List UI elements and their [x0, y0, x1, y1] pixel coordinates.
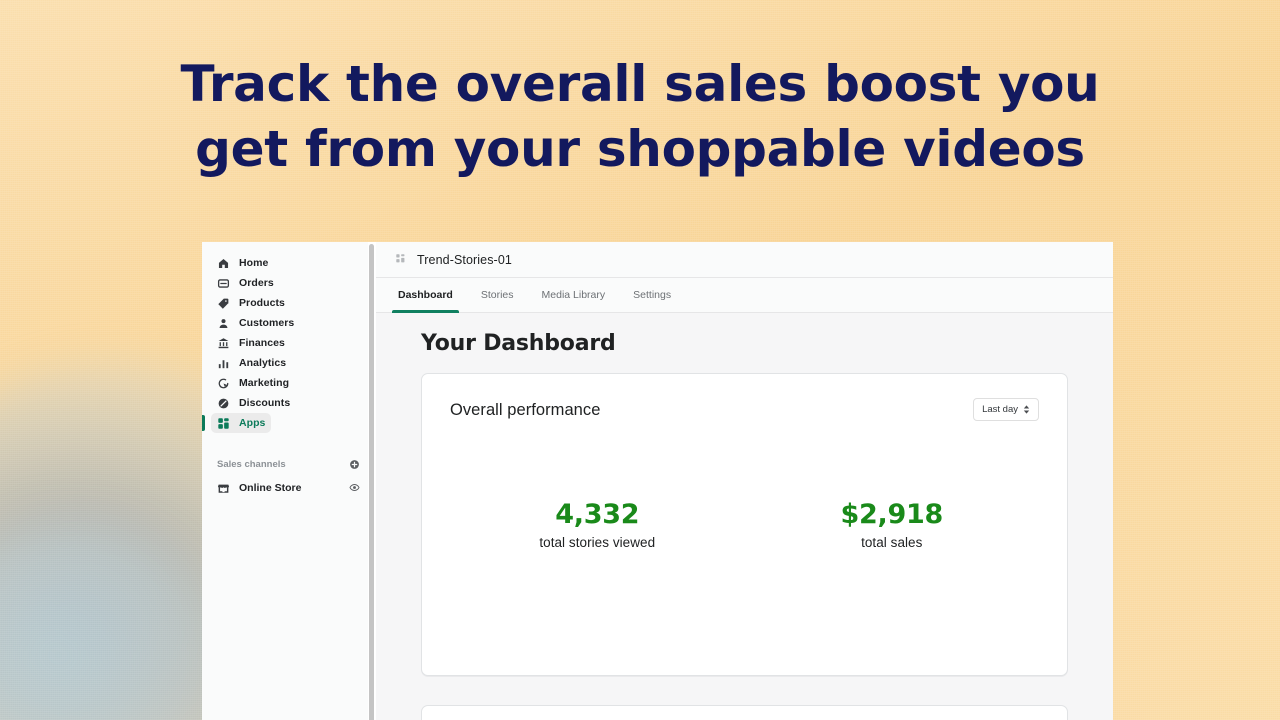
sidebar-row-home: Home	[202, 253, 368, 273]
home-icon	[217, 257, 230, 270]
secondary-card	[421, 705, 1068, 720]
stat-label: total sales	[861, 534, 923, 550]
app-title: Trend-Stories-01	[417, 252, 512, 267]
sidebar-row-marketing: Marketing	[202, 373, 368, 393]
scrollbar-thumb[interactable]	[369, 244, 374, 720]
overall-performance-card: Overall performance Last day 4,332 total…	[421, 373, 1068, 676]
sidebar-item-customers[interactable]: Customers	[211, 313, 300, 333]
app-grid-icon	[395, 253, 408, 266]
tab-stories[interactable]: Stories	[467, 278, 528, 312]
app-window: Home Orders Products Customers Finances …	[202, 242, 1113, 720]
sidebar: Home Orders Products Customers Finances …	[202, 242, 375, 720]
performance-card-header: Overall performance Last day	[450, 398, 1039, 421]
tab-label: Dashboard	[398, 289, 453, 301]
tab-label: Media Library	[541, 289, 606, 301]
stat-total-stories-viewed: 4,332 total stories viewed	[450, 500, 745, 550]
app-tabbar: Dashboard Stories Media Library Settings	[376, 278, 1113, 313]
stat-value: $2,918	[840, 499, 944, 531]
sidebar-nav-list: Home Orders Products Customers Finances …	[202, 253, 368, 433]
sidebar-row-customers: Customers	[202, 313, 368, 333]
chevron-updown-icon	[1023, 405, 1030, 414]
sidebar-item-finances[interactable]: Finances	[211, 333, 291, 353]
plus-circle-icon[interactable]	[349, 459, 360, 470]
sidebar-row-discounts: Discounts	[202, 393, 368, 413]
active-indicator-bar	[202, 415, 205, 431]
sidebar-item-label: Finances	[239, 337, 285, 349]
sidebar-sections: Sales channels Online Store	[202, 455, 368, 497]
page-title: Your Dashboard	[421, 331, 616, 356]
promo-headline: Track the overall sales boost you get fr…	[0, 52, 1280, 181]
promo-headline-line-1: Track the overall sales boost you	[180, 55, 1100, 113]
customers-icon	[217, 317, 230, 330]
performance-card-title: Overall performance	[450, 401, 601, 419]
app-topbar: Trend-Stories-01	[376, 242, 1113, 278]
sidebar-item-orders[interactable]: Orders	[211, 273, 280, 293]
sales-channels-heading: Sales channels	[217, 458, 286, 470]
sidebar-row-apps: Apps	[202, 413, 368, 433]
sidebar-item-label: Discounts	[239, 397, 291, 409]
performance-stats-row: 4,332 total stories viewed $2,918 total …	[450, 421, 1039, 675]
orders-icon	[217, 277, 230, 290]
sidebar-item-analytics[interactable]: Analytics	[211, 353, 292, 373]
marketing-icon	[217, 377, 230, 390]
sidebar-item-online-store[interactable]: Online Store	[217, 478, 360, 497]
channel-left-group: Online Store	[217, 481, 301, 494]
sidebar-row-orders: Orders	[202, 273, 368, 293]
channel-label: Online Store	[239, 481, 302, 494]
finances-icon	[217, 337, 230, 350]
tab-media-library[interactable]: Media Library	[528, 278, 620, 312]
tab-dashboard[interactable]: Dashboard	[384, 278, 467, 313]
tab-settings[interactable]: Settings	[619, 278, 685, 312]
sidebar-row-products: Products	[202, 293, 368, 313]
stat-total-sales: $2,918 total sales	[745, 500, 1040, 550]
storefront-icon	[217, 481, 230, 494]
sidebar-row-analytics: Analytics	[202, 353, 368, 373]
dashboard-scroll-area: Your Dashboard Overall performance Last …	[376, 313, 1113, 720]
date-range-value: Last day	[982, 404, 1018, 415]
stat-label: total stories viewed	[539, 534, 656, 550]
analytics-icon	[217, 357, 230, 370]
apps-icon	[217, 417, 230, 430]
tab-label: Stories	[480, 289, 514, 301]
sidebar-scrollbar[interactable]	[368, 242, 375, 720]
sales-channels-section-header: Sales channels	[217, 455, 360, 473]
promo-headline-line-2: get from your shoppable videos	[195, 119, 1085, 178]
sidebar-item-discounts[interactable]: Discounts	[211, 393, 296, 413]
sidebar-item-home[interactable]: Home	[211, 253, 274, 273]
sidebar-item-label: Home	[239, 257, 269, 269]
sidebar-item-label: Analytics	[239, 357, 287, 369]
sidebar-item-label: Apps	[239, 417, 266, 429]
sidebar-item-products[interactable]: Products	[211, 293, 291, 313]
sidebar-item-label: Marketing	[239, 377, 290, 389]
sidebar-item-label: Customers	[239, 317, 295, 329]
app-content: Trend-Stories-01 Dashboard Stories Media…	[376, 242, 1113, 720]
sidebar-row-finances: Finances	[202, 333, 368, 353]
tab-label: Settings	[633, 289, 672, 301]
sidebar-item-apps[interactable]: Apps	[202, 413, 272, 433]
discounts-icon	[217, 397, 230, 410]
products-icon	[217, 297, 230, 310]
sidebar-item-label: Orders	[239, 277, 274, 289]
date-range-select[interactable]: Last day	[973, 398, 1039, 421]
sidebar-item-marketing[interactable]: Marketing	[211, 373, 295, 393]
stat-value: 4,332	[555, 499, 640, 531]
sidebar-item-label: Products	[239, 297, 285, 309]
eye-icon[interactable]	[349, 482, 360, 493]
